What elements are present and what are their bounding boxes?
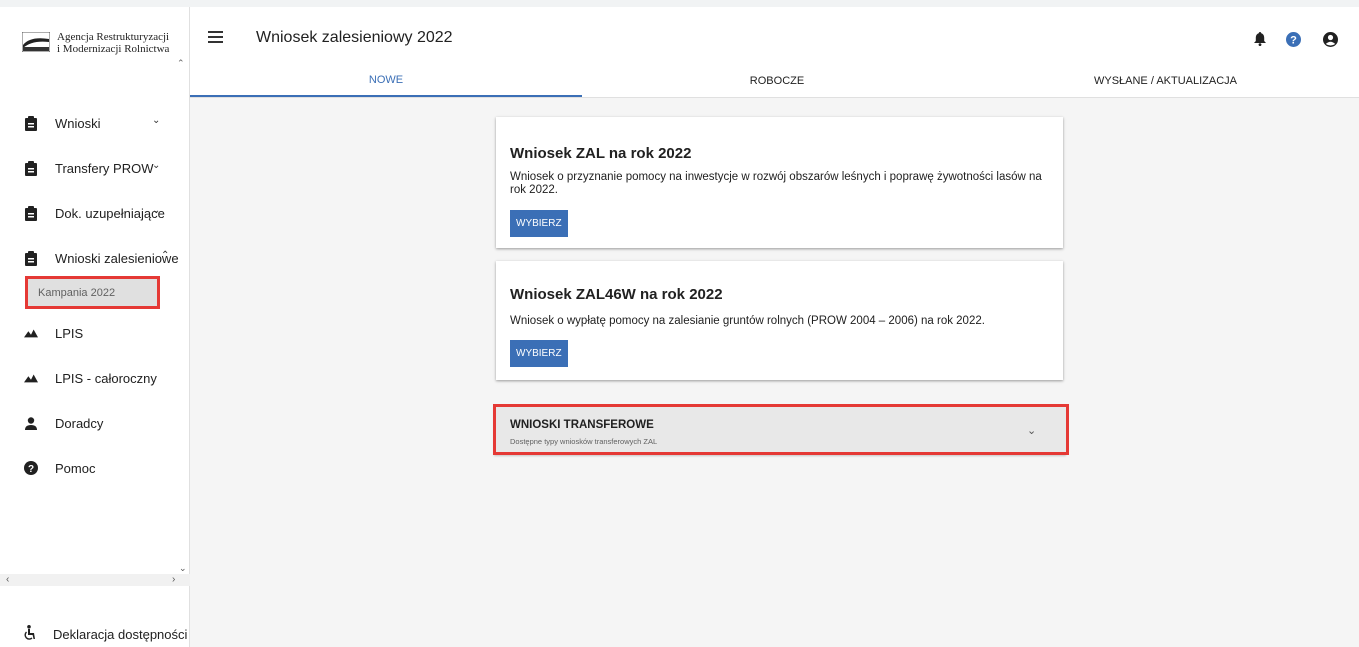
tab-wyslane-aktualizacja[interactable]: WYSŁANE / AKTUALIZACJA [972, 65, 1359, 97]
terrain-icon [24, 325, 38, 341]
accessibility-icon [24, 625, 36, 643]
highlight-box [25, 276, 160, 309]
top-app-bar: Wniosek zalesieniowy 2022 ? [190, 7, 1359, 65]
logo-text: Agencja Restrukturyzacji i Modernizacji … [57, 31, 169, 55]
bell-icon[interactable] [1254, 32, 1266, 46]
scroll-up-arrow[interactable]: ⌃ [177, 58, 185, 69]
svg-text:?: ? [1290, 35, 1297, 47]
scroll-down-arrow[interactable]: ⌄ [179, 563, 187, 574]
horizontal-scrollbar[interactable]: ‹ › [0, 574, 190, 586]
select-button[interactable]: WYBIERZ [510, 340, 568, 367]
chevron-down-icon: ⌄ [152, 115, 161, 126]
tab-label: ROBOCZE [749, 75, 805, 87]
chevron-up-icon: ⌃ [161, 250, 170, 261]
chevron-down-icon: ⌄ [152, 205, 161, 216]
page-title: Wniosek zalesieniowy 2022 [256, 29, 453, 46]
tab-nowe[interactable]: NOWE [190, 65, 582, 97]
sidebar-item-dok-uzupelniajace[interactable]: Dok. uzupełniające ⌄ [24, 201, 184, 225]
clipboard-icon [24, 250, 38, 266]
clipboard-icon [24, 115, 38, 131]
scroll-right-arrow[interactable]: › [172, 574, 175, 585]
bookmarks-bar [0, 0, 1359, 7]
arimr-logo [22, 32, 50, 52]
application-card-zal: Wniosek ZAL na rok 2022 Wniosek o przyzn… [496, 117, 1063, 248]
sidebar-item-label: Dok. uzupełniające [55, 205, 165, 221]
application-card-zal46w: Wniosek ZAL46W na rok 2022 Wniosek o wyp… [496, 261, 1063, 380]
accessibility-declaration-label: Deklaracja dostępności [53, 626, 188, 642]
sidebar-item-label: Wnioski [55, 115, 101, 131]
svg-text:?: ? [28, 464, 34, 475]
scroll-left-arrow[interactable]: ‹ [6, 574, 9, 585]
sidebar-item-lpis-caloroczny[interactable]: LPIS - całoroczny [24, 366, 184, 390]
tab-bar: NOWE ROBOCZE WYSŁANE / AKTUALIZACJA [190, 65, 1359, 98]
tab-robocze[interactable]: ROBOCZE [582, 65, 972, 97]
terrain-icon [24, 370, 38, 386]
select-button[interactable]: WYBIERZ [510, 210, 568, 237]
sidebar-item-label: Pomoc [55, 460, 96, 476]
card-description: Wniosek o wypłatę pomocy na zalesianie g… [510, 315, 985, 327]
sidebar-item-label: LPIS [55, 325, 84, 341]
card-title: Wniosek ZAL46W na rok 2022 [510, 286, 723, 303]
sidebar-item-pomoc[interactable]: ? Pomoc [24, 456, 184, 480]
logo-line-1: Agencja Restrukturyzacji [57, 31, 170, 43]
sidebar-item-wnioski[interactable]: Wnioski ⌄ [24, 111, 184, 135]
accessibility-declaration-link[interactable]: Deklaracja dostępności [24, 625, 187, 643]
chevron-down-icon: ⌄ [152, 160, 161, 171]
main-content: Wniosek ZAL na rok 2022 Wniosek o przyzn… [190, 98, 1359, 647]
sidebar-item-label: Transfery PROW [55, 160, 154, 176]
tab-label: NOWE [368, 74, 404, 86]
account-circle-icon[interactable] [1323, 32, 1338, 47]
clipboard-icon [24, 160, 38, 176]
help-circle-icon[interactable]: ? [1286, 32, 1301, 47]
sidebar-item-label: LPIS - całoroczny [55, 370, 157, 386]
card-description: Wniosek o przyznanie pomocy na inwestycj… [510, 171, 1042, 196]
sidebar-item-lpis[interactable]: LPIS [24, 321, 184, 345]
hamburger-menu-icon[interactable] [208, 31, 223, 43]
sidebar-item-wnioski-zalesieniowe[interactable]: Wnioski zalesieniowe ⌃ [24, 246, 184, 270]
sidebar-item-transfery-prow[interactable]: Transfery PROW ⌄ [24, 156, 184, 180]
tab-label: WYSŁANE / AKTUALIZACJA [1093, 75, 1238, 87]
clipboard-icon [24, 205, 38, 221]
sidebar-item-doradcy[interactable]: Doradcy [24, 411, 184, 435]
highlight-box [493, 404, 1069, 455]
person-icon [24, 415, 38, 431]
logo-line-2: i Modernizacji Rolnictwa [57, 43, 170, 55]
help-icon: ? [24, 460, 38, 476]
sidebar: Agencja Restrukturyzacji i Modernizacji … [0, 7, 190, 647]
sidebar-item-label: Doradcy [55, 415, 104, 431]
card-title: Wniosek ZAL na rok 2022 [510, 145, 692, 162]
